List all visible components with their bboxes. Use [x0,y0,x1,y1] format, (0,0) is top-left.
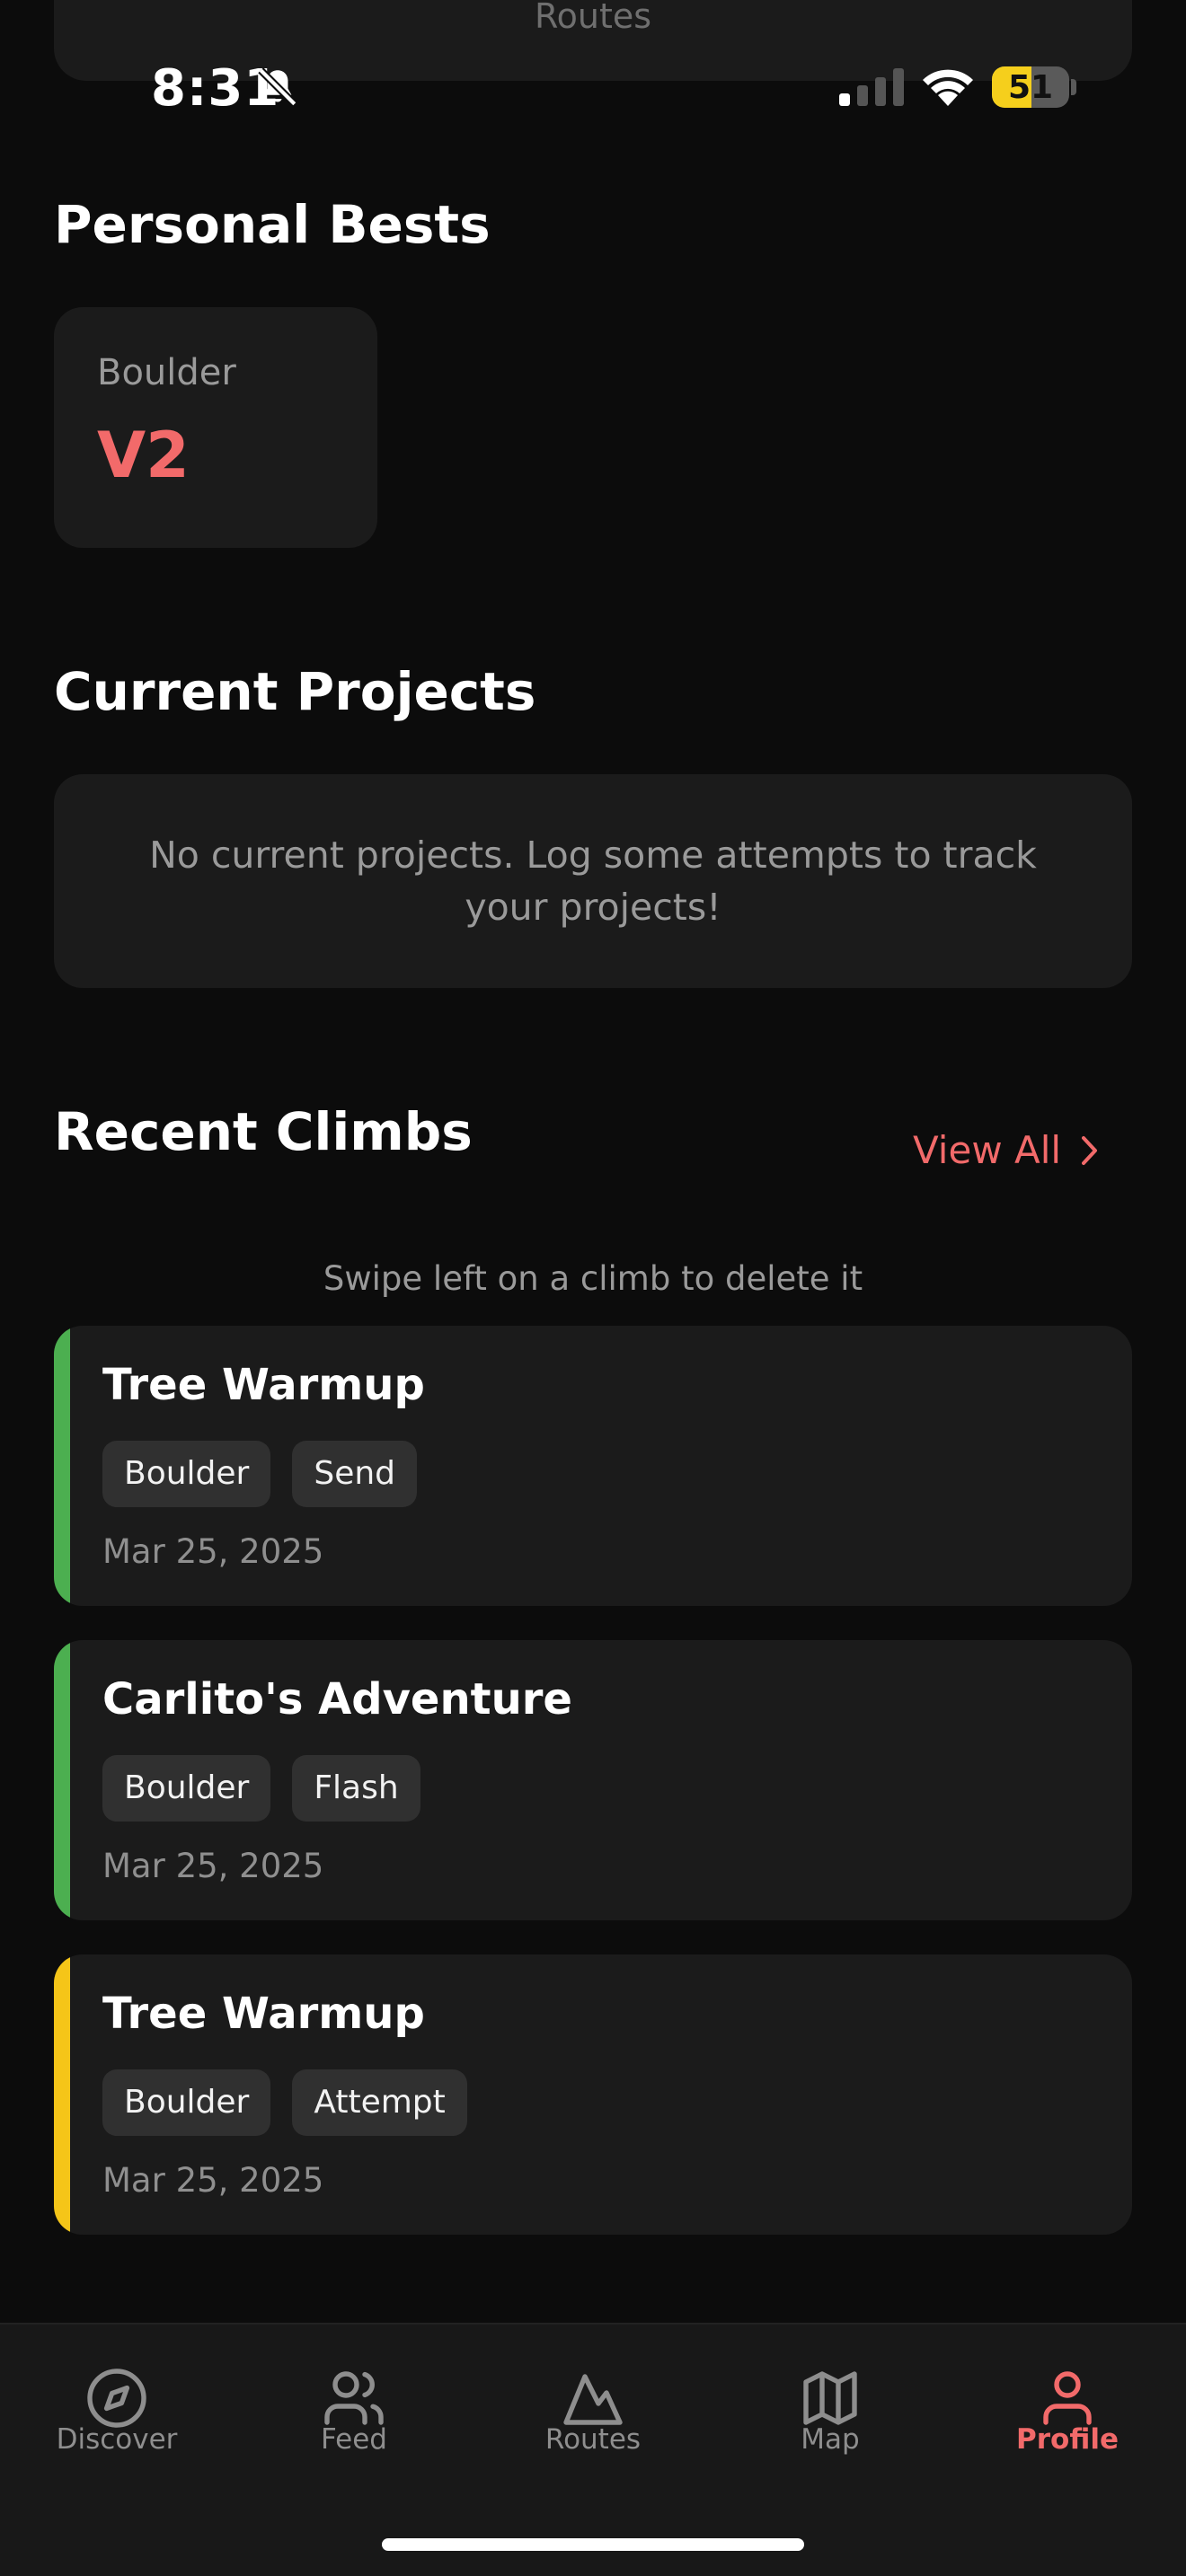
personal-best-card[interactable]: Boulder V2 [54,307,377,548]
compass-icon [87,2369,146,2428]
climb-tags: Boulder Flash [102,1755,420,1822]
battery-level: 51 [1007,69,1054,106]
climb-status-stripe [54,1640,70,1920]
climb-type-tag: Boulder [102,1755,271,1822]
climb-name: Tree Warmup [102,1989,425,2039]
personal-best-label: Boulder [97,352,236,393]
climb-result-tag: Send [292,1441,418,1507]
bell-slash-icon [258,67,297,107]
routes-stat-label: Routes [534,0,652,36]
swipe-hint: Swipe left on a climb to delete it [323,1259,863,1298]
current-projects-title: Current Projects [54,661,536,722]
climb-tags: Boulder Send [102,1441,418,1507]
tab-discover[interactable]: Discover [27,2366,207,2456]
map-icon [803,2371,857,2425]
projects-empty-text: No current projects. Log some attempts t… [149,834,1037,929]
climb-name: Tree Warmup [102,1360,425,1410]
tab-label: Map [801,2423,860,2456]
chevron-right-icon [1082,1135,1098,1165]
profile-screen: Routes 8:31 51 Personal Bests Boulder V2… [0,0,1186,2576]
climb-tags: Boulder Attempt [102,2069,467,2136]
view-all-link[interactable]: View All [913,1128,1099,1172]
climb-date: Mar 25, 2025 [102,1532,324,1571]
wifi-icon [923,69,973,106]
tab-label: Routes [544,2423,642,2456]
tab-label: Feed [321,2423,387,2456]
view-all-label: View All [913,1128,1062,1172]
cellular-signal-icon [839,68,904,106]
personal-bests-title: Personal Bests [54,194,491,255]
climb-status-stripe [54,1326,70,1606]
user-icon [1043,2371,1092,2425]
tab-feed[interactable]: Feed [264,2366,444,2456]
climb-date: Mar 25, 2025 [102,1847,324,1885]
recent-climbs-title: Recent Climbs [54,1101,473,1162]
climb-name: Carlito's Adventure [102,1674,572,1725]
climb-card[interactable]: Tree Warmup Boulder Attempt Mar 25, 2025 [54,1954,1132,2235]
projects-empty-state: No current projects. Log some attempts t… [54,774,1132,988]
users-icon [324,2371,384,2425]
tab-map[interactable]: Map [740,2366,920,2456]
tab-routes[interactable]: Routes [503,2366,683,2456]
climb-type-tag: Boulder [102,1441,271,1507]
battery-nub [1071,79,1076,95]
climb-result-tag: Flash [292,1755,420,1822]
mountain-icon [563,2374,623,2425]
battery-indicator: 51 [992,66,1069,108]
climb-card[interactable]: Tree Warmup Boulder Send Mar 25, 2025 [54,1326,1132,1606]
climb-type-tag: Boulder [102,2069,271,2136]
climb-status-stripe [54,1954,70,2235]
tab-label: Discover [56,2423,178,2456]
tab-label: Profile [1016,2423,1119,2456]
climb-result-tag: Attempt [292,2069,467,2136]
personal-best-grade: V2 [97,419,190,492]
home-indicator[interactable] [382,2538,804,2551]
climb-card[interactable]: Carlito's Adventure Boulder Flash Mar 25… [54,1640,1132,1920]
climb-date: Mar 25, 2025 [102,2161,324,2200]
tab-profile[interactable]: Profile [978,2366,1157,2456]
